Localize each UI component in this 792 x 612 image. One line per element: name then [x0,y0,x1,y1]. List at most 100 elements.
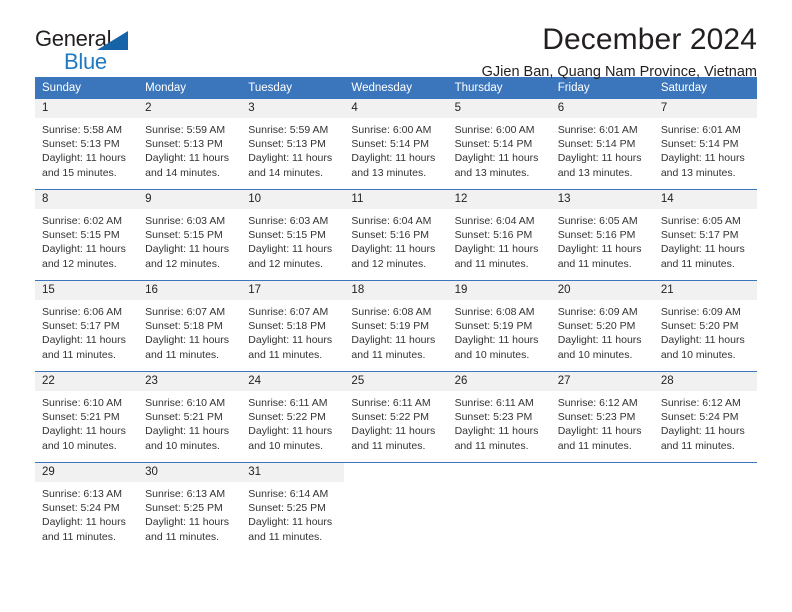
calendar-day-cell[interactable]: 1 Sunrise: 5:58 AM Sunset: 5:13 PM Daylight… [35,99,139,190]
sunset-time: Sunset: 5:15 PM [145,229,223,242]
calendar-day-cell[interactable]: 23 Sunrise: 6:10 AM Sunset: 5:21 PM Dayligh… [138,371,242,463]
daylight-duration: Daylight: 11 hours and 11 minutes. [145,334,229,361]
day-number: 3 [241,99,345,118]
day-number: 14 [653,190,757,209]
calendar-week-row: 22 Sunrise: 6:10 AM Sunset: 5:21 PM Dayligh… [35,371,757,463]
blue-triangle-icon [97,31,128,50]
day-number: 16 [138,281,242,300]
day-sun-info: Sunrise: 6:11 AM Sunset: 5:22 PM Daylight:… [241,391,344,453]
daylight-duration: Daylight: 11 hours and 10 minutes. [557,334,642,361]
calendar-day-cell[interactable]: 29 Sunrise: 6:13 AM Sunset: 5:24 PM Dayligh… [35,462,139,553]
day-sun-info: Sunrise: 6:04 AM Sunset: 5:16 PM Daylight:… [344,209,447,271]
day-cell-content: 20 Sunrise: 6:09 AM Sunset: 5:20 PM Dayligh… [550,281,654,371]
sunrise-time: Sunrise: 6:07 AM [145,306,226,318]
day-number: 24 [241,372,345,391]
calendar-day-cell[interactable]: 28 Sunrise: 6:12 AM Sunset: 5:24 PM Dayligh… [653,371,757,463]
calendar-day-cell[interactable]: 13 Sunrise: 6:05 AM Sunset: 5:16 PM Dayligh… [550,189,654,281]
daylight-duration: Daylight: 11 hours and 11 minutes. [248,334,333,361]
day-sun-info: Sunrise: 6:13 AM Sunset: 5:25 PM Daylight:… [138,482,241,544]
day-sun-info: Sunrise: 6:08 AM Sunset: 5:19 PM Daylight:… [344,300,447,362]
calendar-day-cell[interactable]: 31 Sunrise: 6:14 AM Sunset: 5:25 PM Dayligh… [241,462,345,553]
calendar-day-cell[interactable]: 19 Sunrise: 6:08 AM Sunset: 5:19 PM Dayligh… [447,280,551,372]
sunrise-time: Sunrise: 6:03 AM [145,215,226,227]
sunset-time: Sunset: 5:16 PM [557,229,636,242]
day-sun-info: Sunrise: 6:05 AM Sunset: 5:16 PM Daylight:… [551,209,654,271]
day-number: 10 [241,190,345,209]
calendar-day-cell[interactable]: 5 Sunrise: 6:00 AM Sunset: 5:14 PM Daylight… [447,99,551,190]
calendar-day-cell[interactable]: 11 Sunrise: 6:04 AM Sunset: 5:16 PM Dayligh… [344,189,448,281]
calendar-day-cell[interactable]: 15 Sunrise: 6:06 AM Sunset: 5:17 PM Dayligh… [35,280,139,372]
calendar-day-cell[interactable]: 2 Sunrise: 5:59 AM Sunset: 5:13 PM Daylight… [138,99,242,190]
daylight-duration: Daylight: 11 hours and 11 minutes. [248,516,333,543]
daylight-duration: Daylight: 11 hours and 10 minutes. [42,425,126,452]
sunset-time: Sunset: 5:20 PM [557,320,636,333]
page-title: December 2024 [542,23,757,56]
day-number: 1 [35,99,139,118]
calendar-day-cell[interactable]: 18 Sunrise: 6:08 AM Sunset: 5:19 PM Dayligh… [344,280,448,372]
day-cell-content: 3 Sunrise: 5:59 AM Sunset: 5:13 PM Daylight… [241,99,345,189]
day-sun-info: Sunrise: 6:13 AM Sunset: 5:24 PM Daylight:… [35,482,138,544]
sunrise-time: Sunrise: 6:12 AM [660,397,741,409]
calendar-week-row: 29 Sunrise: 6:13 AM Sunset: 5:24 PM Dayligh… [35,462,757,553]
calendar-day-cell[interactable]: 16 Sunrise: 6:07 AM Sunset: 5:18 PM Dayligh… [138,280,242,372]
calendar-day-cell[interactable]: 9 Sunrise: 6:03 AM Sunset: 5:15 PM Daylight… [138,189,242,281]
day-sun-info: Sunrise: 5:59 AM Sunset: 5:13 PM Daylight:… [138,118,241,180]
calendar-day-cell[interactable]: 27 Sunrise: 6:12 AM Sunset: 5:23 PM Dayligh… [550,371,654,463]
day-sun-info: Sunrise: 5:59 AM Sunset: 5:13 PM Daylight:… [241,118,344,180]
calendar-day-cell[interactable]: 24 Sunrise: 6:11 AM Sunset: 5:22 PM Dayligh… [241,371,345,463]
sunset-time: Sunset: 5:16 PM [351,229,430,242]
calendar-day-cell[interactable]: 3 Sunrise: 5:59 AM Sunset: 5:13 PM Daylight… [241,99,345,190]
sunrise-time: Sunrise: 6:10 AM [145,397,226,409]
day-cell-content: 25 Sunrise: 6:11 AM Sunset: 5:22 PM Dayligh… [344,372,448,462]
calendar-day-cell[interactable]: 22 Sunrise: 6:10 AM Sunset: 5:21 PM Dayligh… [35,371,139,463]
calendar-day-cell[interactable]: 14 Sunrise: 6:05 AM Sunset: 5:17 PM Dayligh… [653,189,757,281]
sunset-time: Sunset: 5:14 PM [454,138,533,151]
calendar-day-cell[interactable]: 26 Sunrise: 6:11 AM Sunset: 5:23 PM Dayligh… [447,371,551,463]
sunrise-time: Sunrise: 6:08 AM [351,306,432,318]
day-number: 30 [138,463,242,482]
calendar-day-cell[interactable]: 7 Sunrise: 6:01 AM Sunset: 5:14 PM Daylight… [653,99,757,190]
sunset-time: Sunset: 5:23 PM [557,411,636,424]
calendar-day-cell[interactable]: 21 Sunrise: 6:09 AM Sunset: 5:20 PM Dayligh… [653,280,757,372]
day-number: 17 [241,281,345,300]
calendar-day-cell[interactable]: 6 Sunrise: 6:01 AM Sunset: 5:14 PM Daylight… [550,99,654,190]
calendar-day-cell[interactable]: 20 Sunrise: 6:09 AM Sunset: 5:20 PM Dayligh… [550,280,654,372]
calendar-day-cell[interactable]: 25 Sunrise: 6:11 AM Sunset: 5:22 PM Dayligh… [344,371,448,463]
calendar-week-row: 15 Sunrise: 6:06 AM Sunset: 5:17 PM Dayligh… [35,280,757,372]
day-number: 15 [35,281,139,300]
sunset-time: Sunset: 5:21 PM [42,411,120,424]
calendar-table: Sunday Monday Tuesday Wednesday Thursday Frid… [35,77,757,553]
day-sun-info: Sunrise: 6:03 AM Sunset: 5:15 PM Daylight:… [138,209,241,271]
general-blue-logo[interactable]: General Blue [35,28,155,78]
calendar-day-cell[interactable]: 8 Sunrise: 6:02 AM Sunset: 5:15 PM Daylight… [35,189,139,281]
day-cell-content: 19 Sunrise: 6:08 AM Sunset: 5:19 PM Dayligh… [447,281,551,371]
sunrise-time: Sunrise: 6:13 AM [42,488,122,500]
day-cell-content: 7 Sunrise: 6:01 AM Sunset: 5:14 PM Daylight… [653,99,757,189]
day-sun-info: Sunrise: 6:00 AM Sunset: 5:14 PM Daylight:… [344,118,447,180]
daylight-duration: Daylight: 11 hours and 10 minutes. [145,425,229,452]
sunset-time: Sunset: 5:18 PM [248,320,326,333]
day-sun-info: Sunrise: 5:58 AM Sunset: 5:13 PM Daylight:… [35,118,138,180]
daylight-duration: Daylight: 11 hours and 11 minutes. [557,425,642,452]
calendar-day-cell[interactable]: 30 Sunrise: 6:13 AM Sunset: 5:25 PM Dayligh… [138,462,242,553]
calendar-day-cell[interactable]: 17 Sunrise: 6:07 AM Sunset: 5:18 PM Dayligh… [241,280,345,372]
sunset-time: Sunset: 5:15 PM [248,229,326,242]
day-cell-content: 27 Sunrise: 6:12 AM Sunset: 5:23 PM Dayligh… [550,372,654,462]
calendar-day-cell-empty [550,462,654,553]
sunrise-time: Sunrise: 6:01 AM [660,124,741,136]
day-cell-content: 1 Sunrise: 5:58 AM Sunset: 5:13 PM Daylight… [35,99,139,189]
daylight-duration: Daylight: 11 hours and 11 minutes. [454,425,539,452]
sunset-time: Sunset: 5:25 PM [145,502,223,515]
day-cell-content: 22 Sunrise: 6:10 AM Sunset: 5:21 PM Dayligh… [35,372,139,462]
calendar-day-cell[interactable]: 12 Sunrise: 6:04 AM Sunset: 5:16 PM Dayligh… [447,189,551,281]
daylight-duration: Daylight: 11 hours and 13 minutes. [557,152,642,179]
sunset-time: Sunset: 5:14 PM [557,138,636,151]
day-number: 26 [447,372,551,391]
day-cell-content: 15 Sunrise: 6:06 AM Sunset: 5:17 PM Dayligh… [35,281,139,371]
calendar-week-row: 1 Sunrise: 5:58 AM Sunset: 5:13 PM Daylight… [35,99,757,190]
calendar-day-cell[interactable]: 4 Sunrise: 6:00 AM Sunset: 5:14 PM Daylight… [344,99,448,190]
sunset-time: Sunset: 5:14 PM [660,138,739,151]
day-cell-content: 29 Sunrise: 6:13 AM Sunset: 5:24 PM Dayligh… [35,463,139,553]
day-sun-info: Sunrise: 6:03 AM Sunset: 5:15 PM Daylight:… [241,209,344,271]
calendar-day-cell[interactable]: 10 Sunrise: 6:03 AM Sunset: 5:15 PM Dayligh… [241,189,345,281]
